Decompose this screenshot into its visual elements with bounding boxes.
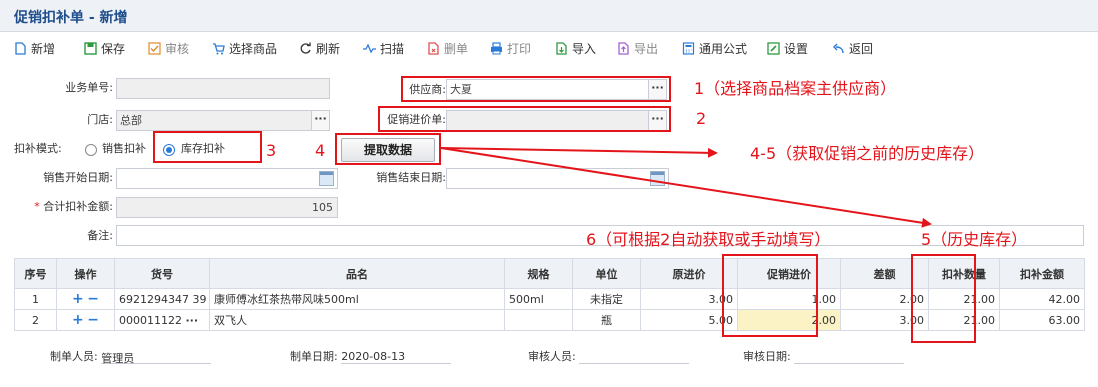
arrow-to-4-5 [440,147,718,158]
arrow-to-5 [440,147,932,228]
annotation-arrows [440,147,932,228]
